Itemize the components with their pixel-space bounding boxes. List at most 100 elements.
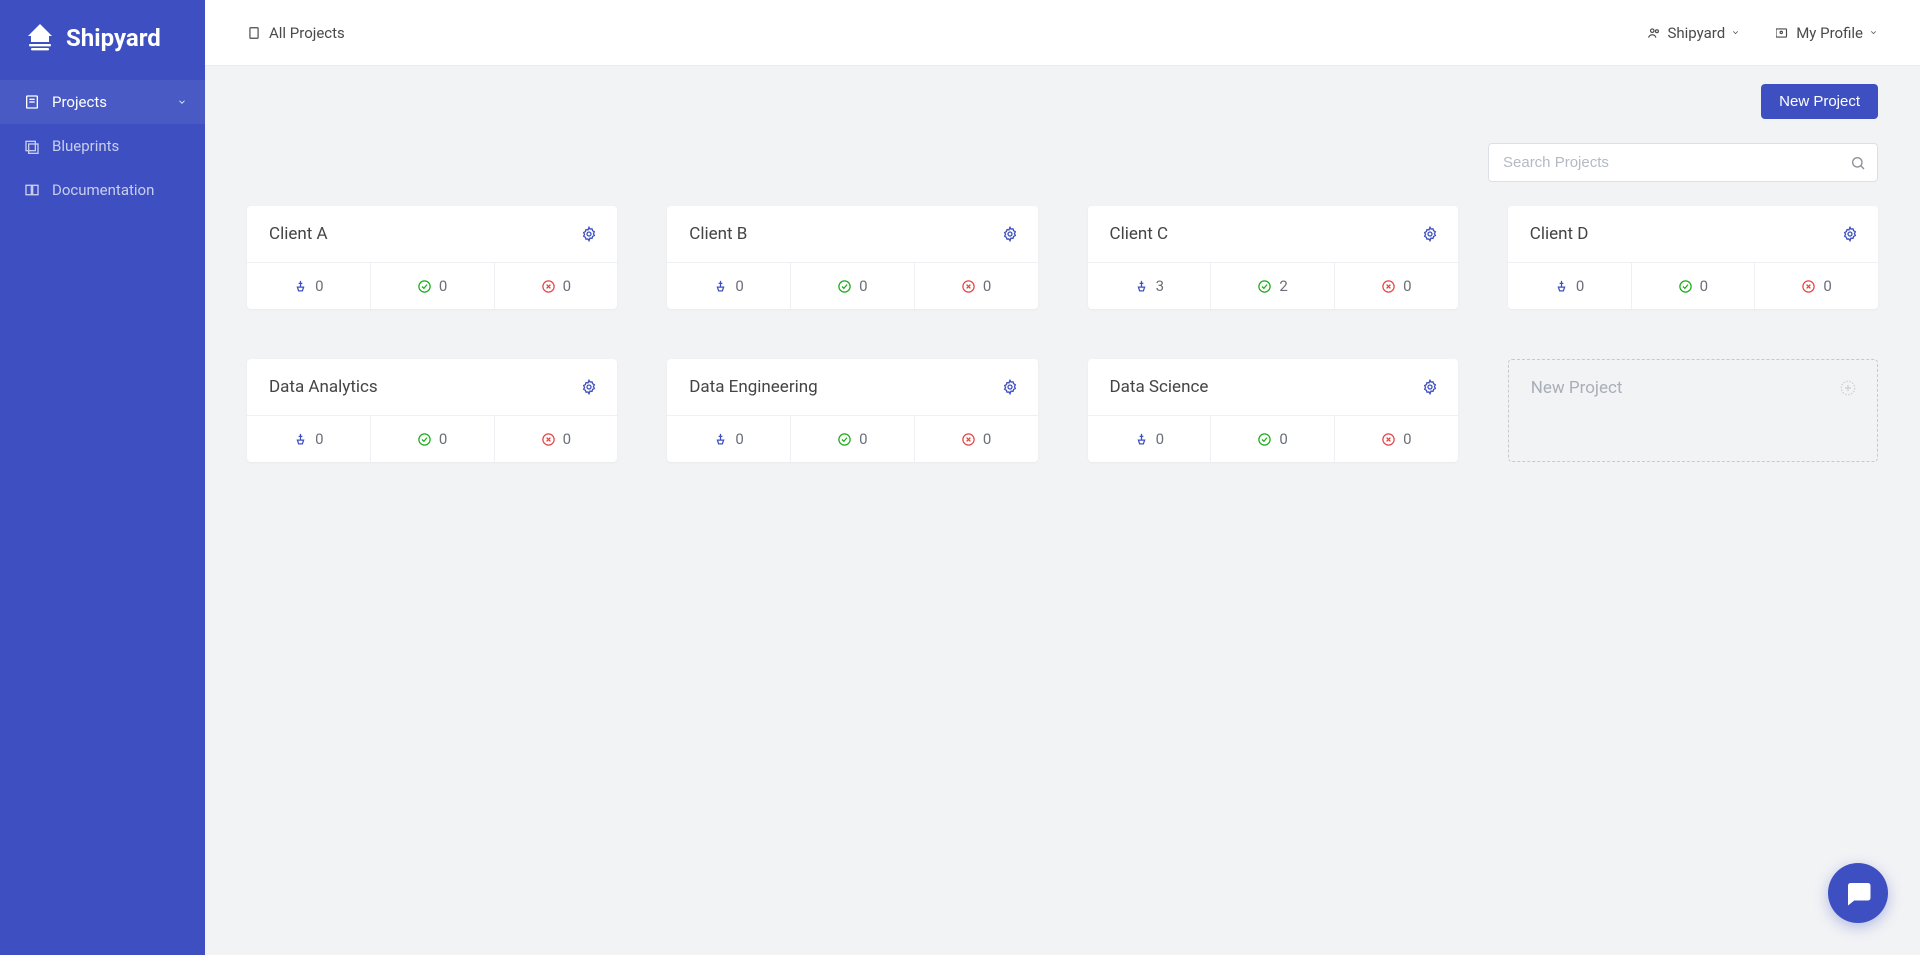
- succeeded-stat: 0: [370, 416, 494, 462]
- gear-icon[interactable]: [581, 379, 597, 395]
- errored-stat: 0: [914, 263, 1038, 309]
- error-circle-icon: [541, 432, 556, 447]
- errored-stat: 0: [1334, 416, 1458, 462]
- errored-stat: 0: [1334, 263, 1458, 309]
- succeeded-stat: 0: [790, 416, 914, 462]
- sidebar: Shipyard Projects Blueprints Documentati…: [0, 0, 205, 955]
- vessels-stat: 3: [1088, 263, 1211, 309]
- chevron-down-icon: [177, 97, 187, 107]
- error-circle-icon: [1381, 432, 1396, 447]
- project-title: Client C: [1110, 224, 1169, 244]
- search-box: [1488, 143, 1878, 182]
- blueprints-icon: [24, 138, 40, 154]
- search-input[interactable]: [1488, 143, 1878, 182]
- new-project-label: New Project: [1531, 378, 1623, 398]
- project-title: Data Analytics: [269, 377, 378, 397]
- chat-icon: [1843, 878, 1873, 908]
- succeeded-stat: 0: [370, 263, 494, 309]
- gear-icon[interactable]: [1002, 379, 1018, 395]
- org-menu[interactable]: Shipyard: [1647, 24, 1740, 42]
- project-title: Client D: [1530, 224, 1589, 244]
- errored-stat: 0: [1754, 263, 1878, 309]
- plus-circle-icon: [1839, 379, 1857, 397]
- project-card[interactable]: Client B000: [667, 206, 1037, 309]
- project-card[interactable]: Client A000: [247, 206, 617, 309]
- brand-logo[interactable]: Shipyard: [0, 0, 205, 80]
- succeeded-stat: 2: [1210, 263, 1334, 309]
- vessel-icon: [1134, 279, 1149, 294]
- project-title: Data Science: [1110, 377, 1209, 397]
- project-card[interactable]: Data Analytics000: [247, 359, 617, 462]
- sidebar-item-label: Projects: [52, 93, 107, 111]
- gear-icon[interactable]: [1422, 226, 1438, 242]
- project-title: Data Engineering: [689, 377, 817, 397]
- vessel-icon: [293, 432, 308, 447]
- profile-label: My Profile: [1796, 24, 1863, 42]
- org-label: Shipyard: [1667, 24, 1725, 42]
- check-circle-icon: [1678, 279, 1693, 294]
- error-circle-icon: [541, 279, 556, 294]
- ship-icon: [24, 22, 56, 54]
- errored-stat: 0: [494, 263, 618, 309]
- vessel-icon: [1554, 279, 1569, 294]
- error-circle-icon: [1801, 279, 1816, 294]
- vessels-stat: 0: [1508, 263, 1631, 309]
- check-circle-icon: [1257, 279, 1272, 294]
- project-card[interactable]: Data Science000: [1088, 359, 1458, 462]
- gear-icon[interactable]: [581, 226, 597, 242]
- sidebar-item-label: Blueprints: [52, 137, 119, 155]
- check-circle-icon: [417, 279, 432, 294]
- projects-icon: [24, 94, 40, 110]
- id-card-icon: [1776, 26, 1790, 40]
- check-circle-icon: [837, 279, 852, 294]
- vessels-stat: 0: [1088, 416, 1211, 462]
- check-circle-icon: [1257, 432, 1272, 447]
- check-circle-icon: [417, 432, 432, 447]
- succeeded-stat: 0: [790, 263, 914, 309]
- errored-stat: 0: [494, 416, 618, 462]
- sidebar-item-blueprints[interactable]: Blueprints: [0, 124, 205, 168]
- project-card[interactable]: Client D000: [1508, 206, 1878, 309]
- error-circle-icon: [961, 432, 976, 447]
- header: All Projects Shipyard My Profile: [205, 0, 1920, 66]
- sidebar-item-documentation[interactable]: Documentation: [0, 168, 205, 212]
- vessel-icon: [1134, 432, 1149, 447]
- chat-button[interactable]: [1828, 863, 1888, 923]
- vessels-stat: 0: [667, 263, 790, 309]
- project-title: Client A: [269, 224, 328, 244]
- book-icon: [24, 182, 40, 198]
- succeeded-stat: 0: [1631, 263, 1755, 309]
- vessel-icon: [713, 279, 728, 294]
- chevron-down-icon: [1869, 28, 1878, 37]
- breadcrumb[interactable]: All Projects: [247, 24, 345, 42]
- errored-stat: 0: [914, 416, 1038, 462]
- gear-icon[interactable]: [1422, 379, 1438, 395]
- error-circle-icon: [1381, 279, 1396, 294]
- new-project-card[interactable]: New Project: [1508, 359, 1878, 462]
- toolbar: New Project: [247, 84, 1878, 119]
- project-card[interactable]: Data Engineering000: [667, 359, 1037, 462]
- page-icon: [247, 26, 261, 40]
- chevron-down-icon: [1731, 28, 1740, 37]
- breadcrumb-label: All Projects: [269, 24, 345, 42]
- vessels-stat: 0: [247, 416, 370, 462]
- vessels-stat: 0: [247, 263, 370, 309]
- gear-icon[interactable]: [1842, 226, 1858, 242]
- user-group-icon: [1647, 26, 1661, 40]
- project-card[interactable]: Client C 320: [1088, 206, 1458, 309]
- search-icon: [1850, 155, 1866, 171]
- vessel-icon: [713, 432, 728, 447]
- error-circle-icon: [961, 279, 976, 294]
- succeeded-stat: 0: [1210, 416, 1334, 462]
- sidebar-item-projects[interactable]: Projects: [0, 80, 205, 124]
- profile-menu[interactable]: My Profile: [1776, 24, 1878, 42]
- check-circle-icon: [837, 432, 852, 447]
- brand-name: Shipyard: [66, 24, 161, 52]
- vessel-icon: [293, 279, 308, 294]
- gear-icon[interactable]: [1002, 226, 1018, 242]
- new-project-button[interactable]: New Project: [1761, 84, 1878, 119]
- vessels-stat: 0: [667, 416, 790, 462]
- sidebar-item-label: Documentation: [52, 181, 154, 199]
- project-title: Client B: [689, 224, 747, 244]
- project-grid: Client A000Client B000Client C320Client …: [247, 206, 1878, 462]
